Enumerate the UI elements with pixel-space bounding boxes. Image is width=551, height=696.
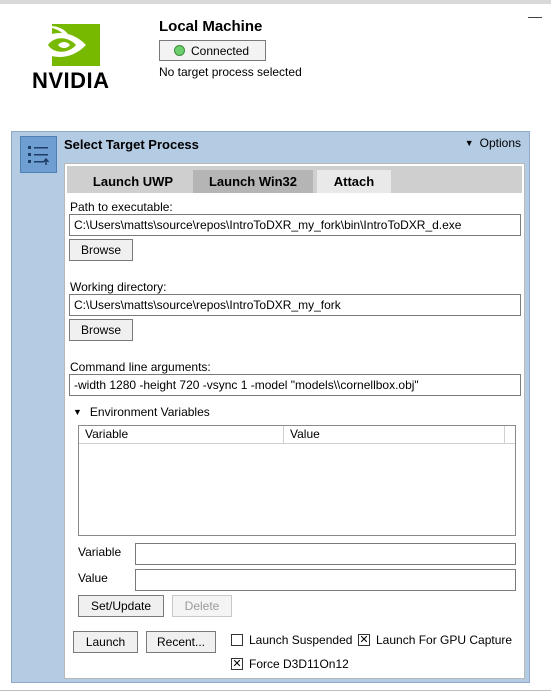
launch-button[interactable]: Launch [73,631,138,653]
nvidia-eye-icon [36,24,100,66]
checkbox-icon: ✕ [358,634,370,646]
options-label: Options [479,136,521,150]
launch-gpu-capture-checkbox[interactable]: ✕ Launch For GPU Capture [358,633,512,647]
args-input[interactable]: -width 1280 -height 720 -vsync 1 -model … [69,374,521,396]
env-value-label: Value [78,571,108,585]
browse-workdir-button[interactable]: Browse [69,319,133,341]
path-label: Path to executable: [70,200,173,214]
connection-status-badge: Connected [159,40,266,61]
env-vars-label: Environment Variables [89,405,210,419]
bottom-divider [0,690,551,691]
env-vars-table[interactable]: Variable Value [78,425,516,536]
env-vars-table-header: Variable Value [79,426,515,444]
delete-button[interactable]: Delete [172,595,232,617]
tab-strip: Launch UWP Launch Win32 Attach [67,166,522,193]
column-header-value[interactable]: Value [284,426,505,444]
workdir-input[interactable]: C:\Users\matts\source\repos\IntroToDXR_m… [69,294,521,316]
connection-status-label: Connected [191,43,250,58]
launch-form: Launch UWP Launch Win32 Attach Path to e… [64,163,525,679]
window-top-border [0,0,551,4]
select-target-panel: Select Target Process ▼ Options Launch U… [11,131,530,683]
connected-status-icon [174,45,185,56]
set-update-button[interactable]: Set/Update [78,595,164,617]
tab-launch-win32[interactable]: Launch Win32 [193,170,313,193]
column-header-variable[interactable]: Variable [79,426,284,444]
checkbox-icon: ✕ [231,658,243,670]
env-variable-label: Variable [78,545,122,559]
options-dropdown-icon: ▼ [464,138,474,148]
tab-launch-uwp[interactable]: Launch UWP [77,170,189,193]
launch-suspended-label: Launch Suspended [249,633,353,647]
panel-title: Select Target Process [64,137,199,152]
env-variable-input[interactable] [135,543,516,565]
options-dropdown[interactable]: ▼ Options [465,136,521,150]
path-input[interactable]: C:\Users\matts\source\repos\IntroToDXR_m… [69,214,521,236]
env-vars-toggle[interactable]: ▼ Environment Variables [73,405,210,419]
expand-arrow-icon: ▼ [73,407,82,417]
nvidia-wordmark: NVIDIA [32,68,110,93]
env-value-input[interactable] [135,569,516,591]
target-process-icon [20,136,57,173]
launch-suspended-checkbox[interactable]: Launch Suspended [231,633,352,647]
recent-button[interactable]: Recent... [146,631,216,653]
nvidia-logo: NVIDIA [30,24,122,94]
minimize-button[interactable]: — [528,8,542,24]
checkbox-icon [231,634,243,646]
workdir-label: Working directory: [70,280,167,294]
target-status-text: No target process selected [159,65,302,79]
browse-path-button[interactable]: Browse [69,239,133,261]
force-d3d11on12-checkbox[interactable]: ✕ Force D3D11On12 [231,657,349,671]
tab-attach[interactable]: Attach [317,170,391,193]
machine-title: Local Machine [159,18,263,35]
launch-gpu-capture-label: Launch For GPU Capture [376,633,513,647]
force-d3d11on12-label: Force D3D11On12 [249,657,349,671]
args-label: Command line arguments: [70,360,211,374]
